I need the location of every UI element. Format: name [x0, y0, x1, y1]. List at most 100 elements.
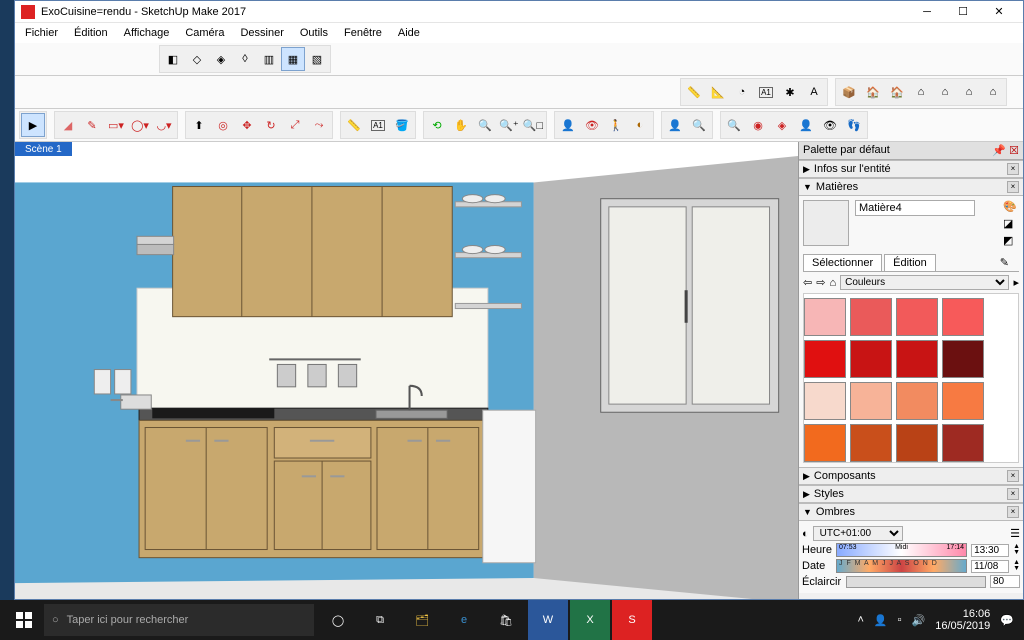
component-icon[interactable]: 📦: [837, 80, 861, 104]
color-swatch[interactable]: [896, 298, 938, 336]
pushpull-tool-icon[interactable]: ⬆: [187, 113, 211, 137]
top-view-icon[interactable]: ◉: [746, 113, 770, 137]
close-icon[interactable]: ×: [1007, 163, 1019, 175]
zoom-window-icon[interactable]: 🔍□: [521, 113, 545, 137]
color-swatch[interactable]: [896, 340, 938, 378]
pan-tool-icon[interactable]: ✋: [449, 113, 473, 137]
iso-view-icon[interactable]: 🔍: [722, 113, 746, 137]
excel-icon[interactable]: X: [570, 600, 610, 640]
home-icon[interactable]: ⌂: [829, 277, 836, 289]
panel-shadows[interactable]: ▼ Ombres ×: [799, 503, 1023, 521]
walk2-icon[interactable]: 👣: [842, 113, 866, 137]
style-wire-icon[interactable]: ◇: [185, 47, 209, 71]
right-view-icon[interactable]: 👤: [794, 113, 818, 137]
taskview-icon[interactable]: ⧉: [360, 600, 400, 640]
details-icon[interactable]: ▸: [1013, 276, 1019, 289]
explorer-icon[interactable]: 🗂: [402, 600, 442, 640]
text2-icon[interactable]: A1: [366, 113, 390, 137]
sketchup-taskbar-icon[interactable]: S: [612, 600, 652, 640]
volume-icon[interactable]: 🔊: [912, 614, 926, 627]
close-icon[interactable]: ×: [1007, 470, 1019, 482]
menu-outils[interactable]: Outils: [292, 25, 336, 41]
protractor-icon[interactable]: ◔: [730, 80, 754, 104]
style-hidden-icon[interactable]: ◈: [209, 47, 233, 71]
zoom-tool-icon[interactable]: 🔍: [473, 113, 497, 137]
transparent-material-icon[interactable]: ◩: [1003, 234, 1019, 248]
tape-icon[interactable]: 📏: [682, 80, 706, 104]
maximize-button[interactable]: ☐: [945, 2, 981, 22]
light-slider[interactable]: [846, 576, 986, 588]
section-tool-icon[interactable]: ◐: [628, 113, 652, 137]
back-arrow-icon[interactable]: ⇦: [803, 276, 812, 289]
rect-tool-icon[interactable]: ▭▾: [104, 113, 128, 137]
time-slider[interactable]: 07:53 Midi 17:14: [836, 543, 967, 557]
style-mono-icon[interactable]: ▥: [257, 47, 281, 71]
menu-edition[interactable]: Édition: [66, 25, 116, 41]
arc-tool-icon[interactable]: ◡▾: [152, 113, 176, 137]
menu-fichier[interactable]: Fichier: [17, 25, 66, 41]
notifications-icon[interactable]: 💬: [1000, 614, 1014, 627]
pencil-tool-icon[interactable]: ✎: [80, 113, 104, 137]
walk-tool-icon[interactable]: 🚶: [604, 113, 628, 137]
house4-icon[interactable]: ⌂: [933, 80, 957, 104]
edge-icon[interactable]: e: [444, 600, 484, 640]
circle-tool-icon[interactable]: ◯▾: [128, 113, 152, 137]
tab-select[interactable]: Sélectionner: [803, 254, 882, 271]
color-swatch[interactable]: [942, 424, 984, 462]
collection-select[interactable]: Couleurs: [840, 275, 1009, 290]
fwd-arrow-icon[interactable]: ⇨: [816, 276, 825, 289]
panel-components[interactable]: ▶ Composants ×: [799, 467, 1023, 485]
3dtext-icon[interactable]: A: [802, 80, 826, 104]
network-icon[interactable]: ▫: [898, 614, 902, 626]
dimension-icon[interactable]: 📐: [706, 80, 730, 104]
look-around-icon[interactable]: 👁: [580, 113, 604, 137]
eraser-tool-icon[interactable]: ◢: [56, 113, 80, 137]
scale-tool-icon[interactable]: ⤢: [283, 113, 307, 137]
taskbar-search[interactable]: ○ Taper ici pour rechercher: [44, 604, 314, 636]
light-input[interactable]: [990, 575, 1020, 588]
date-stepper[interactable]: ▲▼: [1013, 560, 1020, 572]
menu-aide[interactable]: Aide: [390, 25, 428, 41]
color-swatch[interactable]: [850, 298, 892, 336]
start-button[interactable]: [4, 600, 44, 640]
color-swatch[interactable]: [942, 340, 984, 378]
color-swatch[interactable]: [804, 382, 846, 420]
panel-styles[interactable]: ▶ Styles ×: [799, 485, 1023, 503]
color-swatch[interactable]: [942, 382, 984, 420]
minimize-button[interactable]: ─: [909, 2, 945, 22]
front-view-icon[interactable]: ◈: [770, 113, 794, 137]
date-slider[interactable]: J F M A M J J A S O N D: [836, 559, 967, 573]
palette-close-icon[interactable]: ☒: [1009, 145, 1019, 157]
close-icon[interactable]: ×: [1007, 488, 1019, 500]
move-tool-icon[interactable]: ✥: [235, 113, 259, 137]
time-input[interactable]: [971, 544, 1009, 557]
color-swatch[interactable]: [850, 424, 892, 462]
face-style2-icon[interactable]: 🔍: [687, 113, 711, 137]
color-swatch[interactable]: [804, 340, 846, 378]
viewport[interactable]: Scène 1 Deux points Perspective: [15, 142, 798, 599]
material-name-input[interactable]: [855, 200, 975, 216]
shadow-settings-icon[interactable]: ☰: [1010, 527, 1020, 540]
text-icon[interactable]: A1: [754, 80, 778, 104]
word-icon[interactable]: W: [528, 600, 568, 640]
menu-fenetre[interactable]: Fenêtre: [336, 25, 390, 41]
followme-tool-icon[interactable]: ⤳: [307, 113, 331, 137]
house5-icon[interactable]: ⌂: [957, 80, 981, 104]
date-input[interactable]: [971, 560, 1009, 573]
rotate-tool-icon[interactable]: ↻: [259, 113, 283, 137]
shadow-toggle-icon[interactable]: ◐: [802, 528, 809, 540]
color-swatch[interactable]: [850, 340, 892, 378]
color-swatch[interactable]: [804, 298, 846, 336]
style-shaded-icon[interactable]: ◧: [161, 47, 185, 71]
orbit-tool-icon[interactable]: ⟲: [425, 113, 449, 137]
house1-icon[interactable]: 🏠: [861, 80, 885, 104]
scene-tab[interactable]: Scène 1: [15, 142, 72, 157]
tape2-icon[interactable]: 📏: [342, 113, 366, 137]
menu-dessiner[interactable]: Dessiner: [232, 25, 291, 41]
face-style1-icon[interactable]: 👤: [663, 113, 687, 137]
color-swatch[interactable]: [896, 382, 938, 420]
style-xray-icon[interactable]: ◊: [233, 47, 257, 71]
eyedropper-icon[interactable]: ✎: [992, 254, 1017, 271]
people-icon[interactable]: 👤: [874, 614, 888, 627]
close-button[interactable]: ✕: [981, 2, 1017, 22]
